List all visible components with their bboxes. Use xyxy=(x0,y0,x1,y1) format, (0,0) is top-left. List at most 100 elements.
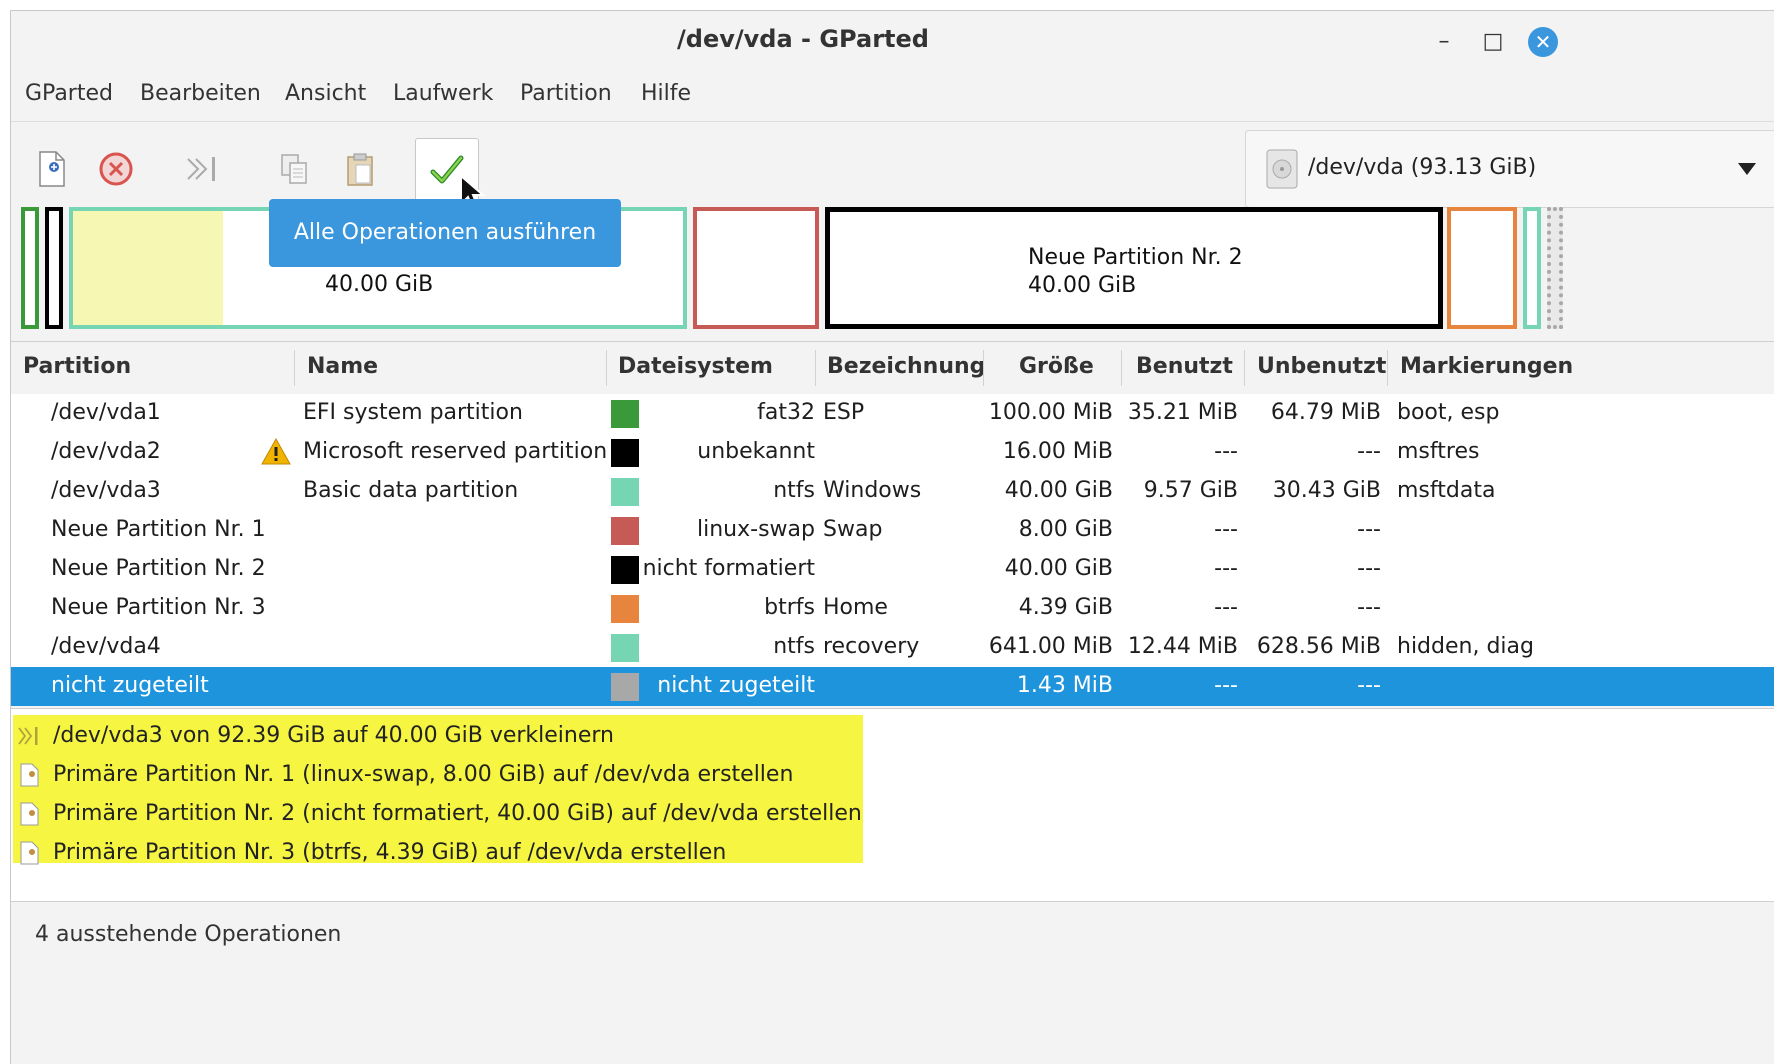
operation-item[interactable]: Primäre Partition Nr. 1 (linux-swap, 8.0… xyxy=(53,762,793,787)
cell-filesystem: ntfs xyxy=(773,634,815,659)
graph-new3[interactable] xyxy=(1447,207,1517,329)
filesystem-color-swatch xyxy=(611,556,639,584)
paste-button[interactable] xyxy=(329,138,391,200)
cell-filesystem: ntfs xyxy=(773,478,815,503)
device-selector[interactable]: /dev/vda (93.13 GiB) xyxy=(1245,130,1774,208)
filesystem-color-swatch xyxy=(611,400,639,428)
cell-unused: --- xyxy=(1357,517,1381,542)
table-row[interactable]: /dev/vda4 ntfs recovery 641.00 MiB 12.44 MiB… xyxy=(11,628,1774,667)
new-icon xyxy=(20,802,39,826)
menu-laufwerk[interactable]: Laufwerk xyxy=(393,81,493,106)
new-partition-button[interactable] xyxy=(21,138,83,200)
cell-size: 16.00 MiB xyxy=(1002,439,1113,464)
close-button[interactable]: ✕ xyxy=(1528,27,1558,57)
menu-hilfe[interactable]: Hilfe xyxy=(641,81,691,106)
menu-ansicht[interactable]: Ansicht xyxy=(285,81,366,106)
col-unbenutzt[interactable]: Unbenutzt xyxy=(1257,354,1386,379)
col-divider xyxy=(983,350,984,386)
cell-partition: /dev/vda3 xyxy=(51,478,161,503)
graph-vda3-size: 40.00 GiB xyxy=(325,272,434,297)
cell-partition: /dev/vda1 xyxy=(51,400,161,425)
menu-bar: GParted Bearbeiten Ansicht Laufwerk Part… xyxy=(11,73,1774,117)
col-bezeichnung[interactable]: Bezeichnung xyxy=(827,354,985,379)
copy-icon xyxy=(281,154,307,184)
graph-vda3-used xyxy=(73,211,223,325)
maximize-button[interactable]: □ xyxy=(1478,27,1508,57)
col-dateisystem[interactable]: Dateisystem xyxy=(618,354,773,379)
col-benutzt[interactable]: Benutzt xyxy=(1136,354,1233,379)
copy-button[interactable] xyxy=(263,138,325,200)
graph-vda1[interactable] xyxy=(21,207,39,329)
warning-icon xyxy=(261,437,291,465)
cell-unused: 64.79 MiB xyxy=(1270,400,1381,425)
col-divider xyxy=(1121,350,1122,386)
graph-vda2[interactable] xyxy=(45,207,63,329)
table-row[interactable]: Neue Partition Nr. 3 btrfs Home 4.39 GiB ---… xyxy=(11,589,1774,628)
cell-used: --- xyxy=(1214,595,1238,620)
graph-new2-size: 40.00 GiB xyxy=(1028,273,1137,298)
filesystem-color-swatch xyxy=(611,478,639,506)
operation-item[interactable]: Primäre Partition Nr. 2 (nicht formatier… xyxy=(53,801,862,826)
cell-flags: msftdata xyxy=(1397,478,1496,503)
col-partition[interactable]: Partition xyxy=(23,354,131,379)
cell-filesystem: unbekannt xyxy=(697,439,815,464)
cell-filesystem: btrfs xyxy=(764,595,815,620)
filesystem-color-swatch xyxy=(611,673,639,701)
cell-filesystem: linux-swap xyxy=(697,517,815,542)
cell-partition: nicht zugeteilt xyxy=(51,673,209,698)
menu-gparted[interactable]: GParted xyxy=(25,81,113,106)
apply-tooltip: Alle Operationen ausführen xyxy=(269,199,621,267)
table-row[interactable]: nicht zugeteilt nicht zugeteilt 1.43 MiB --… xyxy=(11,667,1774,706)
graph-new2[interactable]: Neue Partition Nr. 2 40.00 GiB xyxy=(825,207,1443,329)
cell-partition: Neue Partition Nr. 1 xyxy=(51,517,266,542)
status-bar: 4 ausstehende Operationen xyxy=(11,901,1774,1064)
cell-size: 40.00 GiB xyxy=(1004,478,1113,503)
cell-partition: Neue Partition Nr. 2 xyxy=(51,556,266,581)
table-row[interactable]: Neue Partition Nr. 1 linux-swap Swap 8.00 G… xyxy=(11,511,1774,550)
operation-item[interactable]: Primäre Partition Nr. 3 (btrfs, 4.39 GiB… xyxy=(53,840,726,865)
cell-name: EFI system partition xyxy=(303,400,523,425)
title-bar: /dev/vda - GParted – □ ✕ xyxy=(11,11,1774,71)
cell-partition: Neue Partition Nr. 3 xyxy=(51,595,266,620)
cell-used: 35.21 MiB xyxy=(1127,400,1238,425)
cell-filesystem: nicht formatiert xyxy=(642,556,815,581)
cell-filesystem: nicht zugeteilt xyxy=(657,673,815,698)
col-divider xyxy=(294,350,295,386)
cell-used: --- xyxy=(1214,556,1238,581)
cell-label: Swap xyxy=(823,517,883,542)
graph-unallocated[interactable] xyxy=(1547,207,1563,329)
gparted-window: /dev/vda - GParted – □ ✕ GParted Bearbei… xyxy=(10,10,1774,1064)
cell-used: 9.57 GiB xyxy=(1143,478,1238,503)
operation-item[interactable]: /dev/vda3 von 92.39 GiB auf 40.00 GiB ve… xyxy=(53,723,614,748)
resize-button[interactable] xyxy=(171,138,233,200)
cell-used: --- xyxy=(1214,517,1238,542)
filesystem-color-swatch xyxy=(611,439,639,467)
menu-bearbeiten[interactable]: Bearbeiten xyxy=(140,81,261,106)
cell-name: Microsoft reserved partition xyxy=(303,439,608,464)
table-row[interactable]: /dev/vda1 EFI system partition fat32 ESP 100… xyxy=(11,394,1774,433)
paste-icon xyxy=(347,153,373,186)
cell-flags: boot, esp xyxy=(1397,400,1500,425)
graph-new1[interactable] xyxy=(693,207,819,329)
new-icon xyxy=(20,841,39,865)
col-name[interactable]: Name xyxy=(307,354,378,379)
col-groesse[interactable]: Größe xyxy=(1019,354,1094,379)
minimize-button[interactable]: – xyxy=(1429,27,1459,57)
cell-size: 40.00 GiB xyxy=(1004,556,1113,581)
cell-unused: 30.43 GiB xyxy=(1272,478,1381,503)
cell-size: 8.00 GiB xyxy=(1018,517,1113,542)
table-header: Partition Name Dateisystem Bezeichnung G… xyxy=(11,341,1774,395)
disk-icon xyxy=(1266,149,1298,189)
table-row[interactable]: /dev/vda3 Basic data partition ntfs Windows… xyxy=(11,472,1774,511)
operations-list: /dev/vda3 von 92.39 GiB auf 40.00 GiB ve… xyxy=(11,708,1774,901)
cell-unused: --- xyxy=(1357,556,1381,581)
delete-partition-button[interactable] xyxy=(85,138,147,200)
filesystem-color-swatch xyxy=(611,595,639,623)
partition-table: /dev/vda1 EFI system partition fat32 ESP 100… xyxy=(11,394,1774,706)
col-markierungen[interactable]: Markierungen xyxy=(1400,354,1573,379)
menu-partition[interactable]: Partition xyxy=(520,81,612,106)
table-row[interactable]: Neue Partition Nr. 2 nicht formatiert 40.0… xyxy=(11,550,1774,589)
graph-vda4[interactable] xyxy=(1523,207,1541,329)
table-row[interactable]: /dev/vda2 Microsoft reserved partition unb… xyxy=(11,433,1774,472)
cell-label: ESP xyxy=(823,400,865,425)
